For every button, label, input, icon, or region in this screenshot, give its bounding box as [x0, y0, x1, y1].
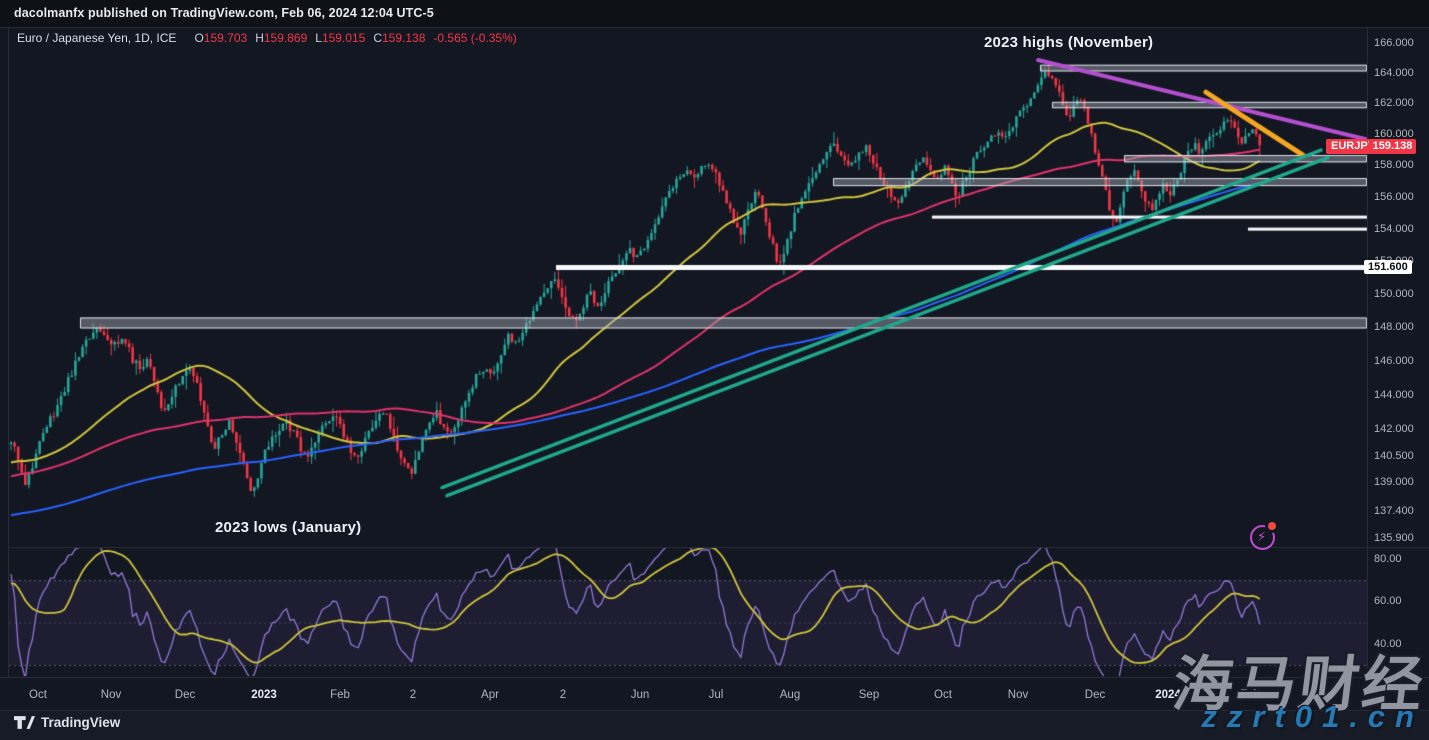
rsi-tick: 40.00	[1374, 638, 1402, 650]
flash-ideas-icon[interactable]: ⚡	[1248, 522, 1278, 552]
time-tick: Nov	[101, 689, 121, 701]
price-tick: 135.900	[1374, 532, 1414, 544]
lightning-bolt-icon: ⚡	[1257, 529, 1266, 545]
price-tick: 146.000	[1374, 355, 1414, 367]
time-tick: Dec	[175, 689, 195, 701]
ohlc-value: 159.703	[204, 31, 247, 45]
time-tick: Feb	[1240, 689, 1260, 701]
time-tick: 2024	[1155, 689, 1181, 701]
publish-bar: dacolmanfx published on TradingView.com,…	[0, 0, 1429, 27]
time-tick: 2	[410, 689, 416, 701]
footer-bar: TradingView	[0, 710, 1429, 740]
tradingview-mark-icon	[14, 716, 35, 729]
annotation-2023-lows: 2023 lows (January)	[215, 519, 361, 536]
time-tick: Feb	[330, 689, 350, 701]
price-tick: 142.000	[1374, 423, 1414, 435]
ohlc-key: L	[315, 31, 322, 45]
time-tick: Dec	[1085, 689, 1105, 701]
price-tick: 158.000	[1374, 159, 1414, 171]
price-tick: 148.000	[1374, 321, 1414, 333]
time-tick: Mar	[1315, 689, 1335, 701]
tradingview-logo[interactable]: TradingView	[14, 715, 120, 730]
ohlc-key: C	[373, 31, 382, 45]
time-tick: Oct	[29, 689, 47, 701]
time-tick: Jul	[709, 689, 724, 701]
ohlc-value: 159.138	[382, 31, 425, 45]
rsi-pane-divider[interactable]	[8, 547, 1429, 548]
ohlc-key: H	[255, 31, 264, 45]
symbol-legend: Euro / Japanese Yen, 1D, ICEO159.703H159…	[17, 31, 517, 45]
publish-text: dacolmanfx published on TradingView.com,…	[14, 6, 434, 20]
rsi-tick: 80.00	[1374, 553, 1402, 565]
price-chart-canvas[interactable]	[0, 0, 1429, 739]
time-tick: Apr	[481, 689, 499, 701]
pane-left-border	[8, 27, 9, 710]
price-tick: 137.400	[1374, 505, 1414, 517]
topbar-divider	[0, 27, 1429, 28]
price-tick: 139.000	[1374, 476, 1414, 488]
tradingview-chart-screenshot: dacolmanfx published on TradingView.com,…	[0, 0, 1429, 739]
price-tick: 166.000	[1374, 37, 1414, 49]
annotation-2023-highs: 2023 highs (November)	[984, 34, 1153, 51]
time-tick: Nov	[1008, 689, 1028, 701]
price-tick: 140.500	[1374, 450, 1414, 462]
change-value: -0.565 (-0.35%)	[433, 31, 516, 45]
price-tick: 150.000	[1374, 288, 1414, 300]
price-tick: 162.000	[1374, 97, 1414, 109]
time-tick: 2	[560, 689, 566, 701]
symbol-title: Euro / Japanese Yen, 1D, ICE	[17, 31, 176, 45]
price-tick: 144.000	[1374, 389, 1414, 401]
rsi-tick: 60.00	[1374, 595, 1402, 607]
price-tick: 154.000	[1374, 223, 1414, 235]
tradingview-brand-text: TradingView	[41, 715, 120, 730]
time-tick: Jun	[631, 689, 650, 701]
price-axis[interactable]: 166.000164.000162.000160.000158.000156.0…	[1368, 27, 1429, 547]
axis-separator	[1367, 27, 1368, 710]
ohlc-key: O	[194, 31, 203, 45]
price-tick: 156.000	[1374, 191, 1414, 203]
price-tick: 164.000	[1374, 67, 1414, 79]
ohlc-values: O159.703 H159.869 L159.015 C159.138	[186, 31, 425, 45]
notification-dot	[1268, 522, 1276, 530]
level-151600-label: 151.600	[1364, 260, 1412, 274]
rsi-axis[interactable]: 80.0060.0040.0020.00	[1368, 548, 1429, 677]
time-tick: Aug	[780, 689, 800, 701]
time-axis[interactable]: Oct Nov Dec 2023 Feb 2 Apr 2 Jun Jul Aug Sep Oct Nov D…	[0, 677, 1429, 711]
time-tick: 2023	[251, 689, 277, 701]
time-tick: Oct	[934, 689, 952, 701]
ohlc-value: 159.869	[264, 31, 307, 45]
time-tick: Sep	[859, 689, 879, 701]
last-price-label: 159.138	[1369, 139, 1416, 154]
ohlc-value: 159.015	[322, 31, 365, 45]
